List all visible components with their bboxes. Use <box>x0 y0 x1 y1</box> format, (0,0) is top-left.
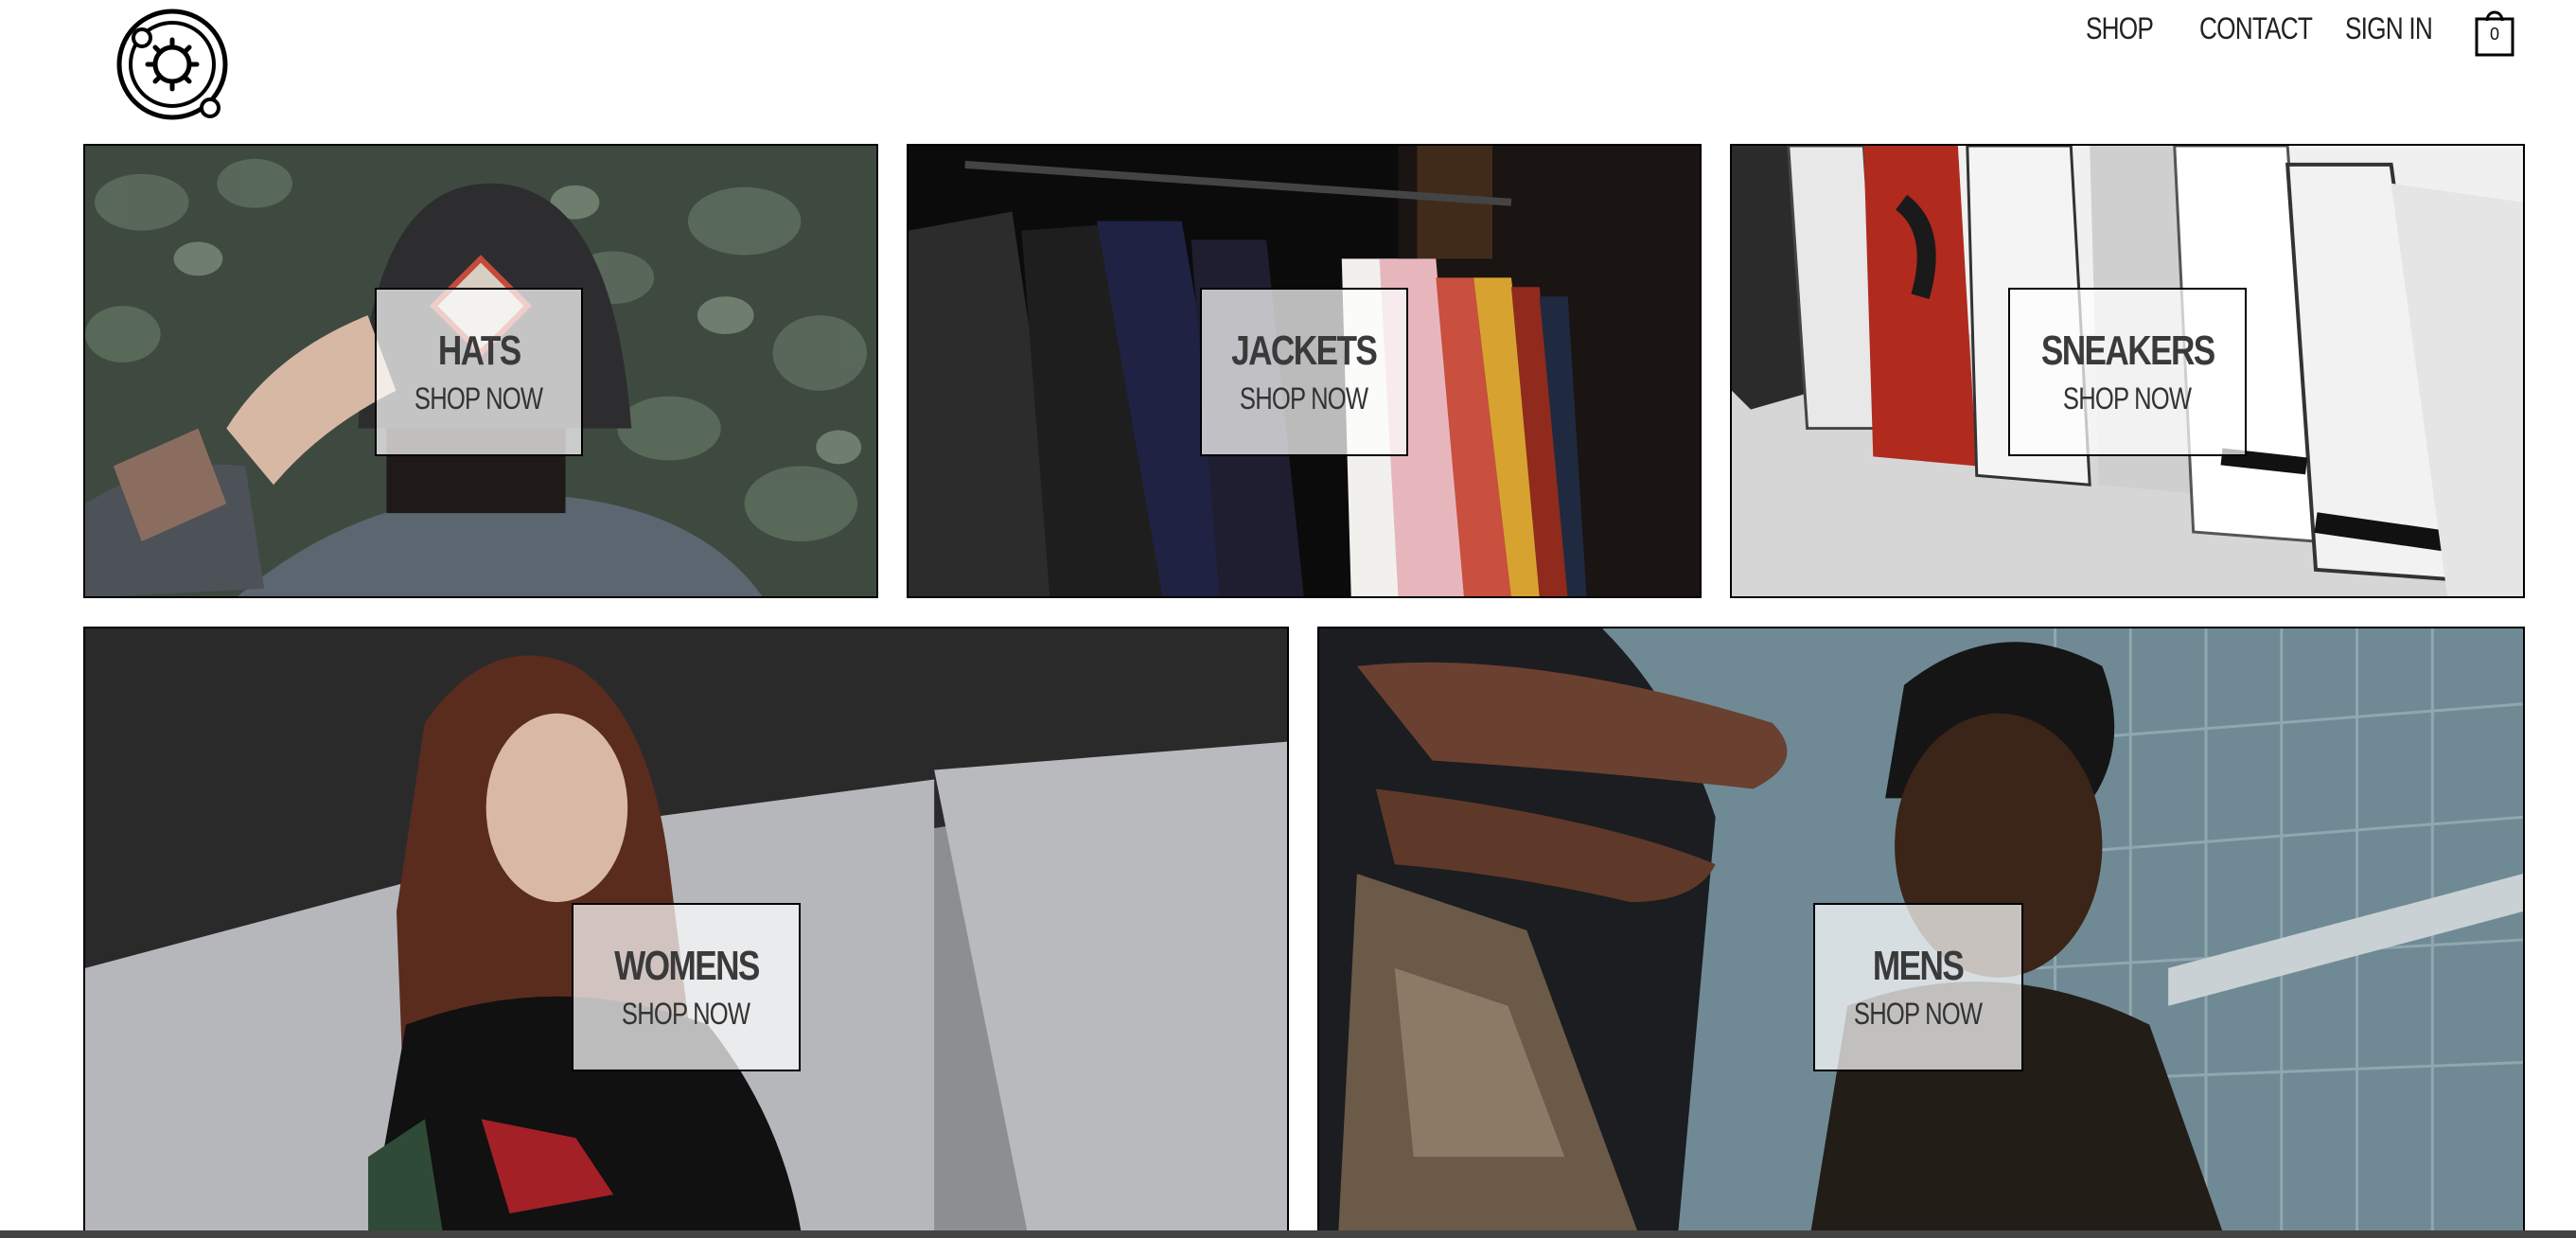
category-label-box[interactable]: SNEAKERS SHOP NOW <box>2008 288 2247 456</box>
category-tile-womens[interactable]: WOMENS SHOP NOW <box>83 627 1289 1238</box>
category-label-box[interactable]: MENS SHOP NOW <box>1813 903 2023 1071</box>
shop-now-link[interactable]: SHOP NOW <box>622 993 750 1035</box>
category-label-box[interactable]: JACKETS SHOP NOW <box>1200 288 1408 456</box>
shop-now-link[interactable]: SHOP NOW <box>1240 378 1368 419</box>
category-tile-sneakers[interactable]: SNEAKERS SHOP NOW <box>1730 144 2525 598</box>
category-tile-jackets[interactable]: JACKETS SHOP NOW <box>907 144 1702 598</box>
category-title: WOMENS <box>613 943 760 989</box>
category-title: JACKETS <box>1231 327 1378 374</box>
shop-now-link[interactable]: SHOP NOW <box>415 378 543 419</box>
category-label-box[interactable]: HATS SHOP NOW <box>375 288 583 456</box>
category-tile-mens[interactable]: MENS SHOP NOW <box>1317 627 2525 1238</box>
nav-shop-link[interactable]: SHOP <box>2086 11 2154 46</box>
category-label-box[interactable]: WOMENS SHOP NOW <box>572 903 801 1071</box>
shop-now-link[interactable]: SHOP NOW <box>2063 378 2192 419</box>
category-title: SNEAKERS <box>2040 327 2215 374</box>
cart-item-count: 0 <box>2489 25 2499 44</box>
site-header: SHOP CONTACT SIGN IN 0 <box>0 0 2576 142</box>
shop-now-link[interactable]: SHOP NOW <box>1854 993 1983 1035</box>
nav-contact-link[interactable]: CONTACT <box>2199 11 2313 46</box>
logo-icon[interactable] <box>112 8 233 129</box>
shopping-bag-icon[interactable]: 0 <box>2474 6 2515 57</box>
category-title: HATS <box>437 327 521 374</box>
category-tile-hats[interactable]: HATS SHOP NOW <box>83 144 878 598</box>
nav-sign-in-link[interactable]: SIGN IN <box>2345 11 2433 46</box>
page-bottom-edge <box>0 1230 2576 1238</box>
category-title: MENS <box>1873 943 1965 989</box>
